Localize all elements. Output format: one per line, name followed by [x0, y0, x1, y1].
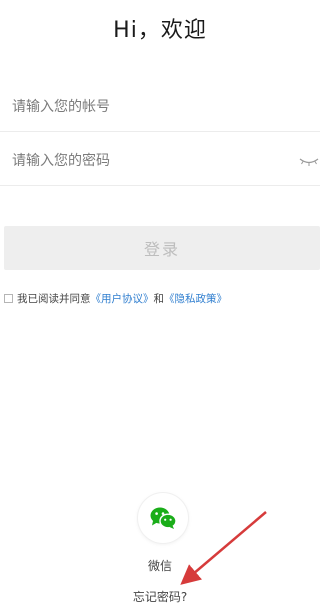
password-input[interactable] [12, 148, 282, 174]
agreement-checkbox[interactable] [4, 293, 13, 303]
agreement-and: 和 [153, 292, 165, 305]
password-field [0, 136, 320, 186]
wechat-icon [150, 507, 177, 529]
forgot-password-link[interactable]: 忘记密码? [0, 588, 320, 605]
user-agreement-link[interactable]: 《用户协议》 [91, 291, 154, 306]
page-title: Hi，欢迎 [113, 18, 207, 43]
wechat-label: 微信 [147, 559, 172, 573]
agreement-prefix: 我已阅读并同意 [17, 292, 91, 305]
login-button[interactable]: 登录 [4, 226, 320, 270]
eye-closed-icon[interactable] [298, 154, 320, 168]
wechat-login-button[interactable] [138, 493, 188, 543]
privacy-policy-link[interactable]: 《隐私政策》 [164, 291, 227, 306]
agreement-row: 我已阅读并同意 《用户协议》 和 《隐私政策》 [4, 290, 227, 306]
account-input[interactable] [12, 94, 282, 120]
account-field [0, 82, 320, 132]
